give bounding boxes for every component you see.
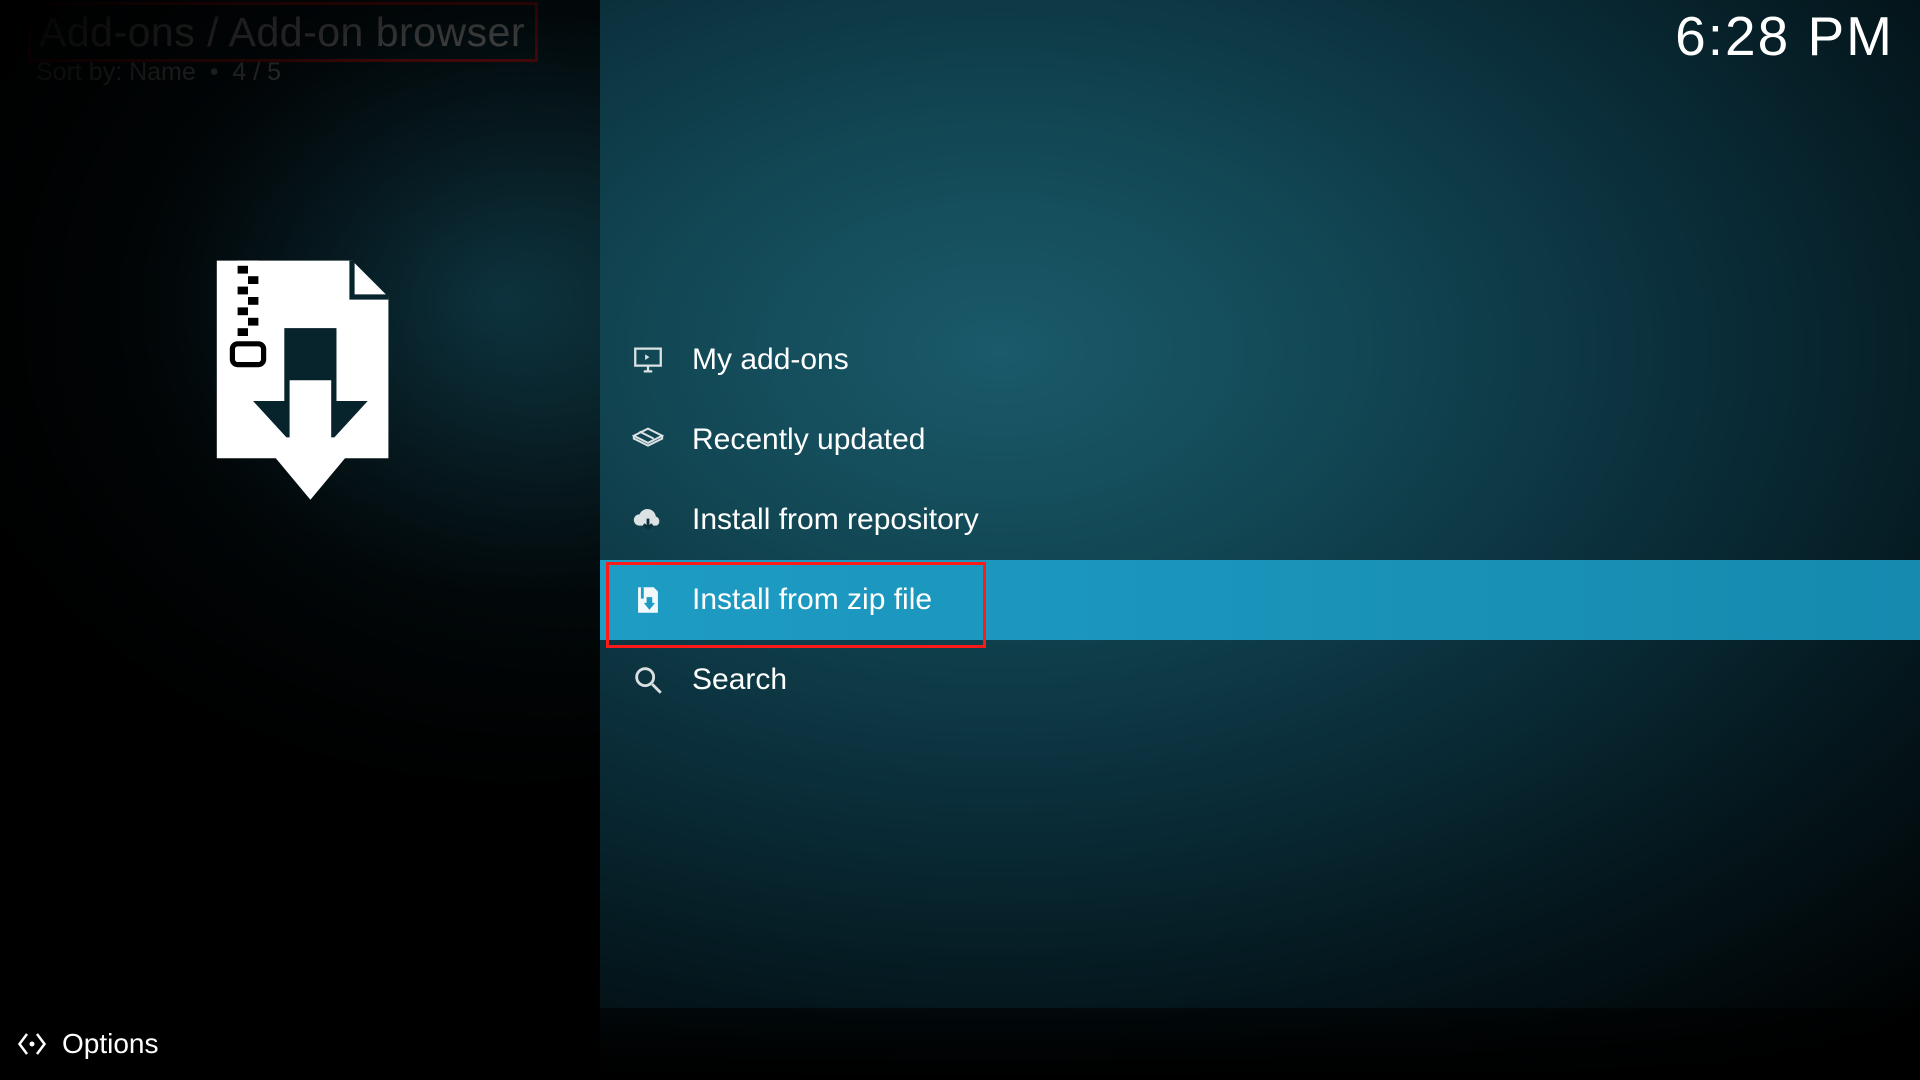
search-icon bbox=[620, 663, 676, 697]
menu-item-install-zip[interactable]: Install from zip file bbox=[600, 560, 1920, 640]
menu-item-label: Install from repository bbox=[692, 503, 979, 537]
cloud-down-icon bbox=[620, 503, 676, 537]
zip-down-icon bbox=[620, 583, 676, 617]
left-panel bbox=[0, 0, 600, 1080]
clock: 6:28 PM bbox=[1675, 4, 1894, 68]
menu-item-label: Search bbox=[692, 663, 787, 697]
menu-item-install-repository[interactable]: Install from repository bbox=[600, 480, 1920, 560]
options-button[interactable]: Options bbox=[62, 1028, 159, 1060]
footer: Options bbox=[0, 1008, 1920, 1080]
menu-item-label: Install from zip file bbox=[692, 583, 932, 617]
zip-download-hero-icon bbox=[160, 235, 440, 515]
menu-item-my-addons[interactable]: My add-ons bbox=[600, 320, 1920, 400]
box-open-icon bbox=[620, 423, 676, 457]
menu-list: My add-ons Recently updated Install from… bbox=[600, 320, 1920, 720]
menu-item-search[interactable]: Search bbox=[600, 640, 1920, 720]
options-icon[interactable] bbox=[12, 1029, 52, 1059]
menu-item-recently-updated[interactable]: Recently updated bbox=[600, 400, 1920, 480]
menu-item-label: Recently updated bbox=[692, 423, 926, 457]
menu-item-label: My add-ons bbox=[692, 343, 849, 377]
monitor-icon bbox=[620, 343, 676, 377]
